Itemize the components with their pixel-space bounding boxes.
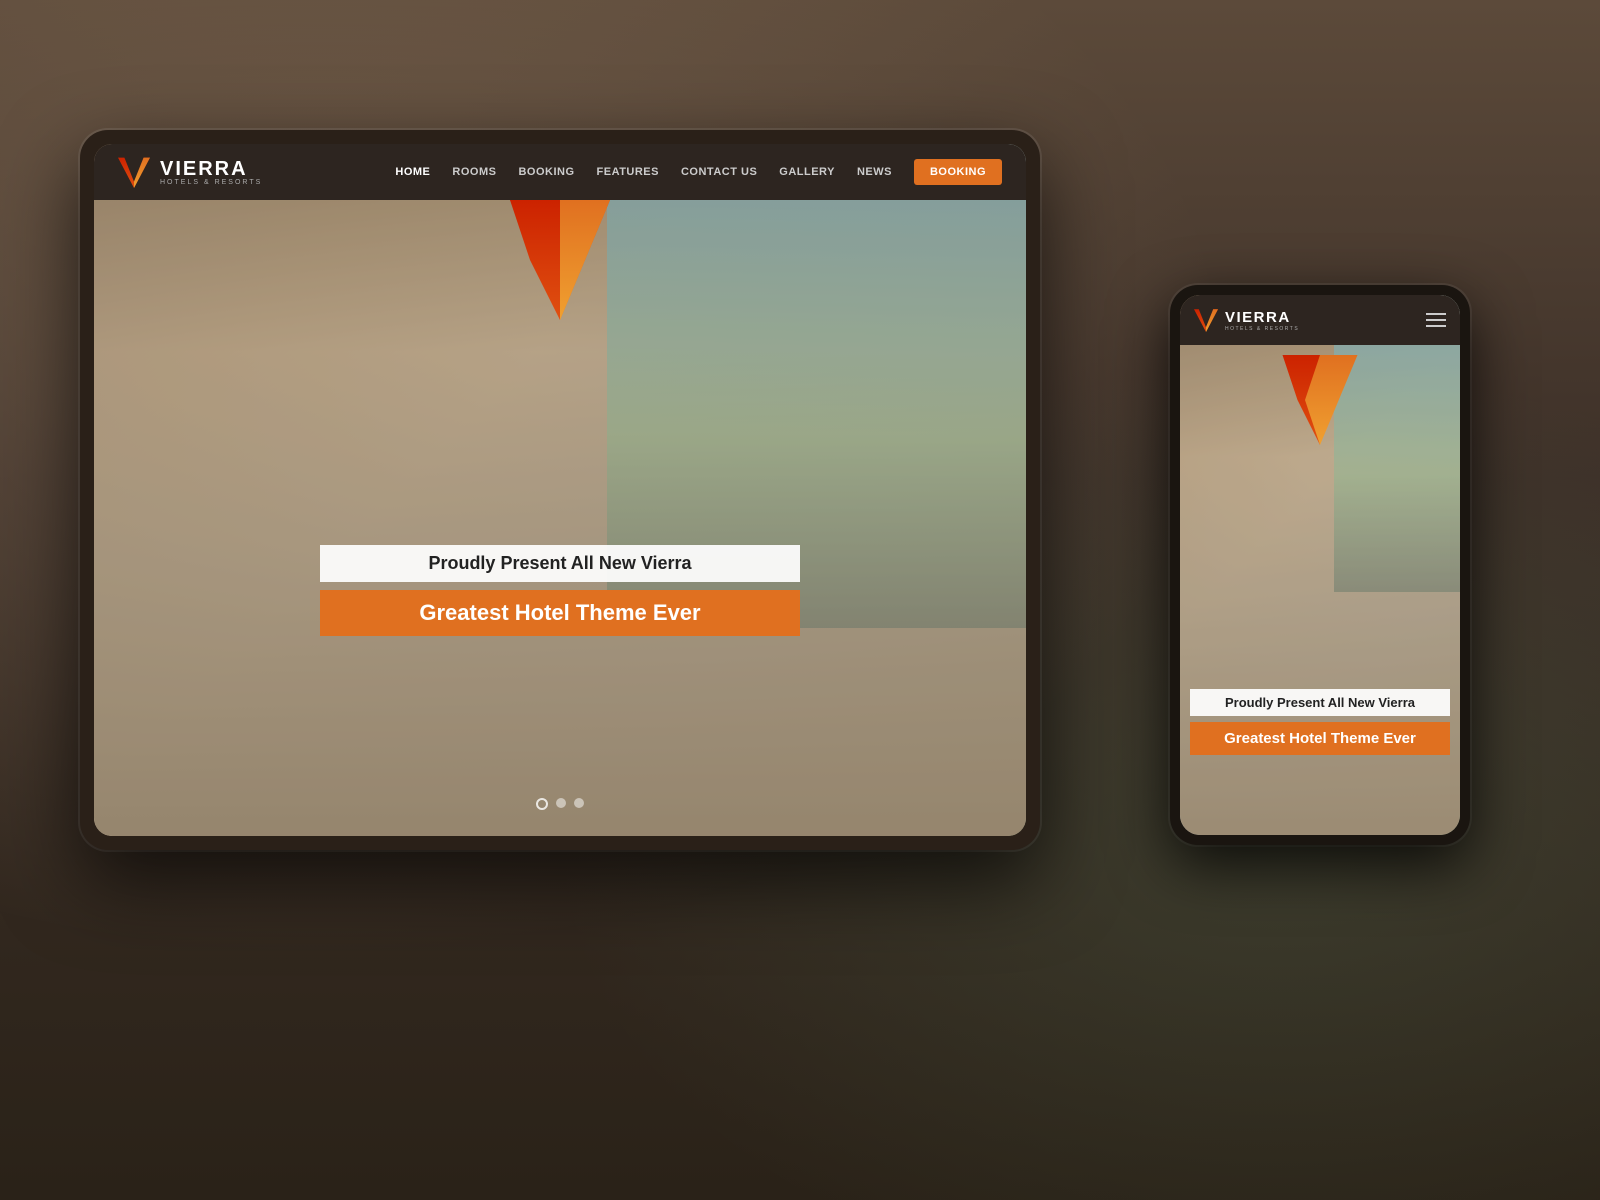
hamburger-line-2 xyxy=(1426,319,1446,321)
hamburger-menu[interactable] xyxy=(1426,313,1446,327)
slide-dot-1[interactable] xyxy=(536,798,548,810)
nav-gallery[interactable]: GALLERY xyxy=(779,166,835,178)
logo-subtitle: HOTELS & RESORTS xyxy=(160,179,262,186)
nav-links: HOME ROOMS BOOKING FEATURES CONTACT US G… xyxy=(395,159,1002,185)
slide-dots[interactable] xyxy=(536,798,584,810)
mobile-navbar: VIERRA HOTELS & RESORTS xyxy=(1180,295,1460,345)
hero-tagline: Proudly Present All New Vierra xyxy=(320,545,800,582)
hamburger-line-1 xyxy=(1426,313,1446,315)
nav-logo-icon xyxy=(118,156,150,188)
hero-v-logo xyxy=(500,200,620,320)
mobile-nav-logo-icon xyxy=(1194,308,1218,332)
booking-button[interactable]: BOOKING xyxy=(914,159,1002,185)
mobile-logo-area: VIERRA HOTELS & RESORTS xyxy=(1194,308,1299,332)
main-wrapper: Proudly Present All New Vierra Greatest … xyxy=(0,0,1600,1200)
hero-content: Proudly Present All New Vierra Greatest … xyxy=(320,545,800,636)
tablet-navbar: VIERRA HOTELS & RESORTS HOME ROOMS BOOKI… xyxy=(94,144,1026,200)
mobile-device: Proudly Present All New Vierra Greatest … xyxy=(1170,285,1470,845)
hamburger-line-3 xyxy=(1426,325,1446,327)
mobile-screen: Proudly Present All New Vierra Greatest … xyxy=(1180,295,1460,835)
nav-booking[interactable]: BOOKING xyxy=(518,166,574,178)
mobile-hero-v-logo xyxy=(1275,355,1365,445)
nav-news[interactable]: NEWS xyxy=(857,166,892,178)
mobile-hero: Proudly Present All New Vierra Greatest … xyxy=(1180,295,1460,835)
logo-text: VIERRA HOTELS & RESORTS xyxy=(160,159,262,186)
nav-home[interactable]: HOME xyxy=(395,166,430,178)
mobile-hero-headline: Greatest Hotel Theme Ever xyxy=(1190,722,1450,755)
logo-name: VIERRA xyxy=(160,159,262,179)
mobile-hero-content: Proudly Present All New Vierra Greatest … xyxy=(1190,689,1450,755)
nav-rooms[interactable]: ROOMS xyxy=(452,166,496,178)
nav-features[interactable]: FEATURES xyxy=(597,166,659,178)
slide-dot-2[interactable] xyxy=(556,798,566,808)
mobile-logo-text: VIERRA HOTELS & RESORTS xyxy=(1225,309,1299,332)
tablet-screen: Proudly Present All New Vierra Greatest … xyxy=(94,144,1026,836)
mobile-logo-subtitle: HOTELS & RESORTS xyxy=(1225,326,1299,332)
mobile-hero-tagline: Proudly Present All New Vierra xyxy=(1190,689,1450,716)
nav-contact[interactable]: CONTACT US xyxy=(681,166,757,178)
logo-area: VIERRA HOTELS & RESORTS xyxy=(118,156,278,188)
tablet-device: Proudly Present All New Vierra Greatest … xyxy=(80,130,1040,850)
hero-headline: Greatest Hotel Theme Ever xyxy=(320,590,800,636)
mobile-logo-name: VIERRA xyxy=(1225,309,1299,326)
slide-dot-3[interactable] xyxy=(574,798,584,808)
hero-section: Proudly Present All New Vierra Greatest … xyxy=(94,144,1026,836)
